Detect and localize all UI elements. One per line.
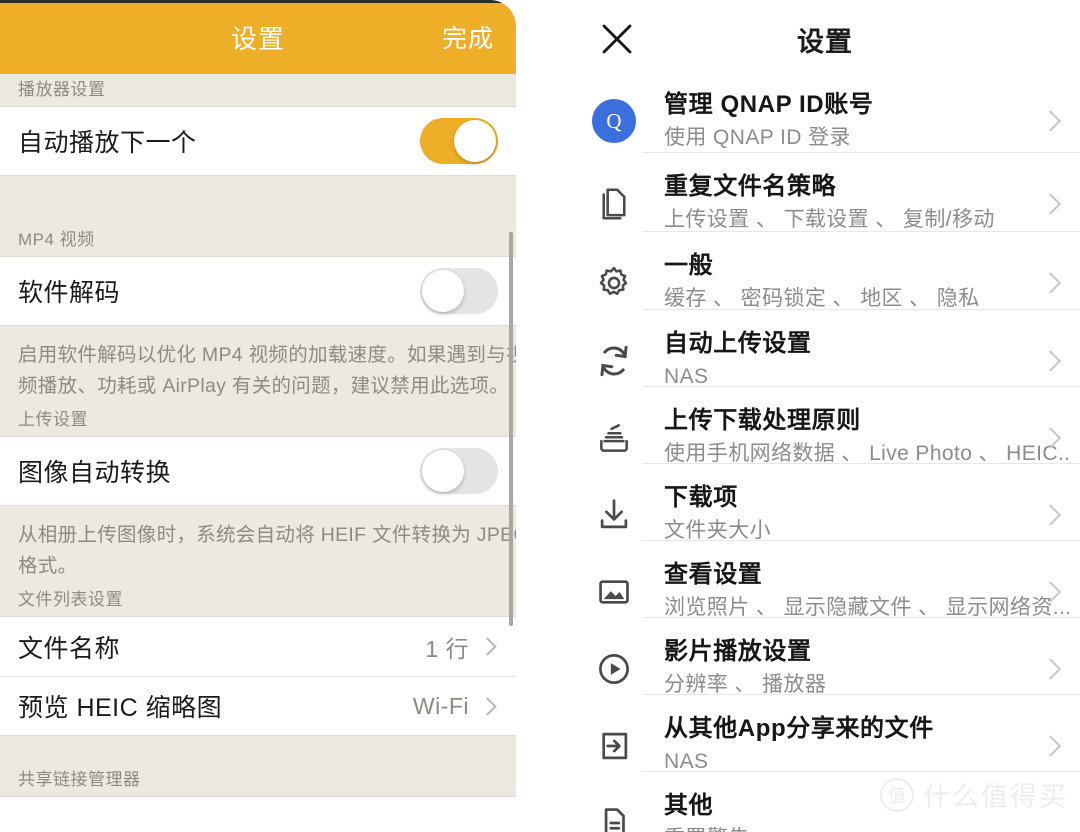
list-item-text: 下载项 文件夹大小 [642, 463, 1080, 546]
list-item-title: 重复文件名策略 [664, 173, 837, 200]
list-item-title: 管理 QNAP ID账号 [664, 90, 874, 118]
vertical-scrollbar[interactable] [509, 232, 513, 626]
page-title: 设置 [230, 23, 285, 54]
row-file-name[interactable]: 文件名称 1 行 [0, 616, 516, 676]
upload-tray-icon [586, 419, 642, 457]
group-header-sharelink: 共享链接管理器 [18, 770, 141, 789]
list-item-subtitle: NAS [664, 365, 709, 388]
row-preview-heic-value: Wi-Fi [412, 692, 469, 719]
list-item-title: 查看设置 [664, 561, 763, 588]
sync-refresh-icon [586, 342, 642, 380]
play-circle-icon [586, 650, 642, 688]
group-header-mp4: MP4 视频 [18, 230, 95, 249]
list-item-title: 从其他App分享来的文件 [664, 715, 934, 742]
qnap-avatar-icon: Q [586, 99, 642, 143]
chevron-right-icon [478, 696, 497, 716]
group-header-filelist: 文件列表设置 [18, 590, 123, 609]
gear-icon [586, 264, 642, 302]
chevron-right-icon [478, 637, 497, 656]
row-file-name-label: 文件名称 [18, 634, 121, 663]
row-autoplay-next-label: 自动播放下一个 [18, 129, 197, 157]
list-item-subtitle: 分辨率 、 播放器 [664, 673, 827, 696]
image-icon [586, 573, 642, 611]
list-item-title: 下载项 [664, 484, 738, 511]
footnote-image-autoconvert: 从相册上传图像时，系统会自动将 HEIF 文件转换为 JPEG 格式。 [18, 524, 516, 577]
list-item-text: 一般 缓存 、 密码锁定 、 地区 、 隐私 [642, 231, 1080, 314]
android-header: 设置 [564, 0, 1080, 78]
row-preview-heic-label: 预览 HEIC 缩略图 [18, 694, 223, 722]
list-item-text: 影片播放设置 分辨率 、 播放器 [642, 617, 1080, 700]
list-item-text: 从其他App分享来的文件 NAS [642, 694, 1080, 777]
page-title: 设置 [797, 26, 853, 57]
list-item-subtitle: 浏览照片 、 显示隐藏文件 、 显示网络资... [664, 596, 1070, 619]
close-icon[interactable] [600, 22, 634, 56]
list-item-others[interactable]: 其他 重置警告 [564, 771, 1080, 832]
row-sharelink-partial[interactable] [0, 796, 516, 832]
download-icon [586, 496, 642, 534]
list-item-title: 自动上传设置 [664, 330, 812, 357]
share-in-icon [586, 727, 642, 765]
ios-scroll-body[interactable]: 播放器设置 自动播放下一个 MP4 视频 软件解码 启用软件解码以优化 MP4 … [0, 74, 516, 832]
list-item-text: 自动上传设置 NAS [642, 309, 1080, 392]
row-image-autoconvert-label: 图像自动转换 [18, 459, 172, 487]
list-item-subtitle: 重置警告 [664, 824, 1070, 832]
list-item-text: 上传下载处理原则 使用手机网络数据 、 Live Photo 、 HEIC... [642, 386, 1080, 469]
list-item-video-playback[interactable]: 影片播放设置 分辨率 、 播放器 [564, 617, 1080, 707]
group-header-upload: 上传设置 [18, 410, 88, 429]
list-item-subtitle: NAS [664, 750, 709, 773]
status-bar-strip [0, 0, 516, 3]
toggle-knob [454, 120, 496, 162]
list-item-title: 其他 [664, 792, 714, 819]
list-item-subtitle: 使用 QNAP ID 登录 [664, 125, 851, 149]
list-item-transfer-rules[interactable]: 上传下载处理原则 使用手机网络数据 、 Live Photo 、 HEIC... [564, 386, 1080, 476]
list-item-subtitle: 文件夹大小 [664, 519, 771, 542]
list-item-downloads[interactable]: 下载项 文件夹大小 [564, 463, 1080, 553]
list-item-text: 其他 重置警告 [642, 771, 1080, 832]
toggle-software-decode[interactable] [420, 268, 498, 314]
row-file-name-value: 1 行 [425, 635, 469, 662]
done-button[interactable]: 完成 [442, 19, 494, 55]
list-item-auto-upload[interactable]: 自动上传设置 NAS [564, 309, 1080, 399]
toggle-autoplay-next[interactable] [420, 118, 498, 164]
row-autoplay-next[interactable]: 自动播放下一个 [0, 106, 516, 176]
list-item-title: 影片播放设置 [664, 638, 812, 665]
toggle-knob [422, 270, 464, 312]
ios-settings-panel: 播放器设置 自动播放下一个 MP4 视频 软件解码 启用软件解码以优化 MP4 … [0, 0, 516, 832]
list-item-view-settings[interactable]: 查看设置 浏览照片 、 显示隐藏文件 、 显示网络资... [564, 540, 1080, 630]
list-item-title: 上传下载处理原则 [664, 407, 861, 434]
android-settings-panel: 设置 Q 管理 QNAP ID账号 使用 QNAP ID 登录 重复文件名策略 … [564, 0, 1080, 832]
row-image-autoconvert[interactable]: 图像自动转换 [0, 436, 516, 506]
footnote-software-decode: 启用软件解码以优化 MP4 视频的加载速度。如果遇到与视频播放、功耗或 AirP… [18, 344, 516, 397]
list-item-subtitle: 使用手机网络数据 、 Live Photo 、 HEIC... [664, 442, 1070, 465]
document-icon [586, 804, 642, 832]
avatar: Q [592, 99, 636, 143]
toggle-image-autoconvert[interactable] [420, 448, 498, 494]
ios-navbar: 设置 完成 [0, 0, 516, 74]
list-item-shared-from-apps[interactable]: 从其他App分享来的文件 NAS [564, 694, 1080, 784]
row-preview-heic[interactable]: 预览 HEIC 缩略图 Wi-Fi [0, 676, 516, 736]
list-item-general[interactable]: 一般 缓存 、 密码锁定 、 地区 、 隐私 [564, 231, 1080, 322]
list-item-text: 查看设置 浏览照片 、 显示隐藏文件 、 显示网络资... [642, 540, 1080, 623]
list-item-text: 管理 QNAP ID账号 使用 QNAP ID 登录 [642, 90, 1080, 153]
row-software-decode[interactable]: 软件解码 [0, 256, 516, 326]
list-item-title: 一般 [664, 252, 714, 279]
row-software-decode-label: 软件解码 [18, 279, 121, 307]
copy-files-icon [586, 185, 642, 223]
group-header-player: 播放器设置 [18, 80, 106, 99]
toggle-knob [422, 450, 464, 492]
list-item-text: 重复文件名策略 上传设置 、 下载设置 、 复制/移动 [642, 152, 1080, 235]
